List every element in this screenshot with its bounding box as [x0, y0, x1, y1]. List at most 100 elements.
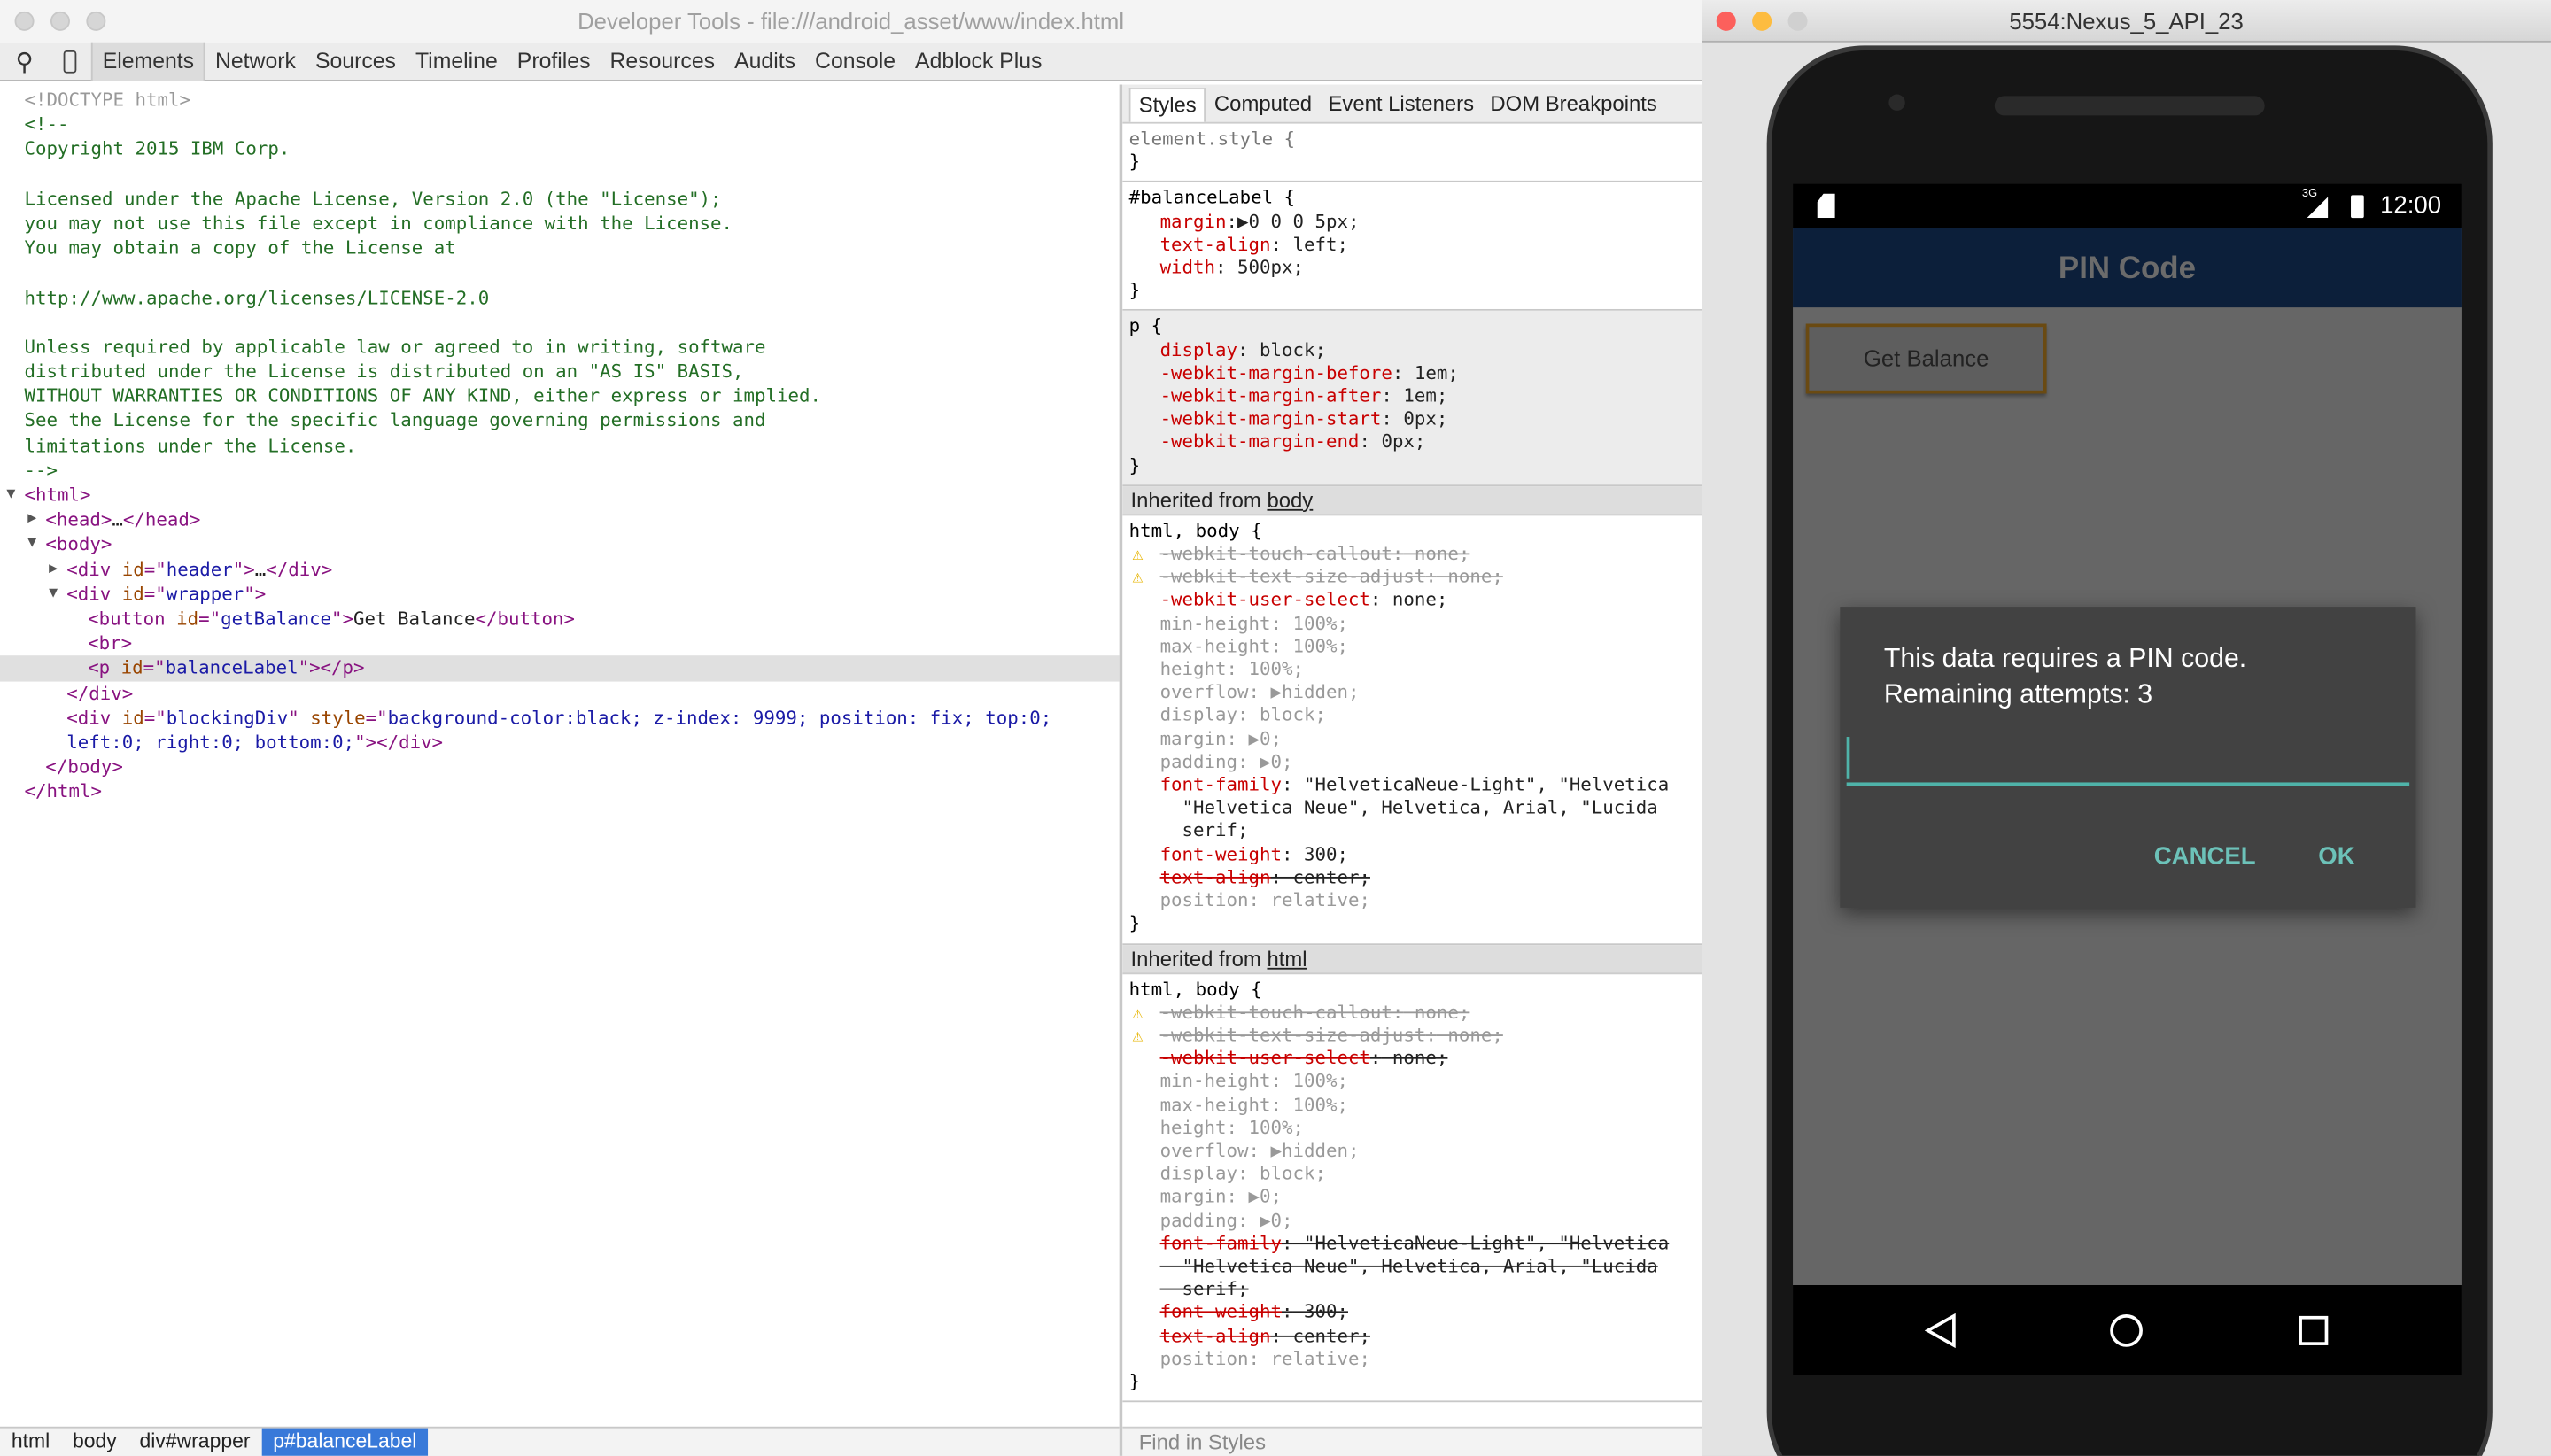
property-name[interactable]: display	[1160, 705, 1237, 726]
tab-network[interactable]: Network	[205, 42, 306, 81]
property-name[interactable]: -webkit-margin-start	[1160, 408, 1382, 430]
tab-audits[interactable]: Audits	[725, 42, 805, 81]
style-property[interactable]: ⚠ -webkit-touch-callout: none;	[1129, 544, 1702, 567]
property-value[interactable]: ▶0;	[1249, 751, 1293, 772]
dom-node-line[interactable]	[0, 310, 1120, 335]
overview-icon[interactable]	[2297, 1314, 2330, 1347]
property-name[interactable]: display	[1160, 1163, 1237, 1184]
tab-adblock-plus[interactable]: Adblock Plus	[905, 42, 1051, 81]
property-value[interactable]: none;	[1403, 544, 1469, 565]
style-property[interactable]: margin: ▶0;	[1129, 1187, 1702, 1210]
property-value[interactable]: 1em;	[1403, 362, 1459, 383]
dom-node-line[interactable]: You may obtain a copy of the License at	[0, 236, 1120, 261]
style-property[interactable]: display: block;	[1129, 339, 1702, 362]
dom-node-line[interactable]: </html>	[0, 779, 1120, 804]
style-property[interactable]: ⚠ -webkit-text-size-adjust: none;	[1129, 567, 1702, 590]
breadcrumb-item[interactable]: html	[0, 1429, 61, 1456]
property-value[interactable]: block;	[1249, 1163, 1326, 1184]
dom-node-line[interactable]: </body>	[0, 755, 1120, 779]
get-balance-button[interactable]: Get Balance	[1805, 323, 2047, 394]
close-button[interactable]	[14, 11, 35, 31]
style-property[interactable]: max-height: 100%;	[1129, 1094, 1702, 1117]
property-value[interactable]: ▶0;	[1237, 1187, 1283, 1208]
expanded-triangle-icon[interactable]: ▼	[49, 582, 58, 607]
property-name[interactable]: font-family	[1160, 1233, 1282, 1254]
style-property[interactable]: -webkit-margin-start: 0px;	[1129, 408, 1702, 431]
style-property[interactable]: position: relative;	[1129, 1348, 1702, 1371]
back-icon[interactable]	[1924, 1313, 1958, 1349]
property-value[interactable]: ▶0 0 0 5px;	[1237, 211, 1359, 232]
dom-node-line[interactable]: ▼ <div id="wrapper">	[0, 582, 1120, 607]
dom-node-line[interactable]: left:0; right:0; bottom:0;"></div>	[0, 730, 1120, 755]
style-property[interactable]: max-height: 100%;	[1129, 636, 1702, 659]
style-property[interactable]: -webkit-margin-before: 1em;	[1129, 362, 1702, 385]
dom-node-line[interactable]: </div>	[0, 681, 1120, 706]
cancel-button[interactable]: CANCEL	[2154, 842, 2256, 870]
property-name[interactable]: -webkit-text-size-adjust	[1160, 567, 1426, 588]
property-value[interactable]: none;	[1437, 567, 1502, 588]
style-property[interactable]: -webkit-user-select: none;	[1129, 1048, 1702, 1071]
style-property[interactable]: font-family: "HelveticaNeue-Light", "Hel…	[1129, 774, 1702, 797]
property-name[interactable]: font-weight	[1160, 844, 1282, 865]
pin-input[interactable]	[1846, 731, 2410, 786]
property-value[interactable]: ▶0;	[1237, 728, 1283, 749]
style-property[interactable]: ⚠ -webkit-text-size-adjust: none;	[1129, 1025, 1702, 1048]
property-name[interactable]: margin	[1160, 728, 1227, 749]
tab-resources[interactable]: Resources	[600, 42, 725, 81]
breadcrumb-item[interactable]: p#balanceLabel	[261, 1428, 429, 1456]
zoom-button[interactable]	[86, 11, 106, 31]
property-name[interactable]: padding	[1160, 751, 1237, 772]
breadcrumb-item[interactable]: div#wrapper	[128, 1429, 262, 1456]
inherited-link[interactable]: html	[1267, 946, 1307, 971]
dom-node-line[interactable]: <!DOCTYPE html>	[0, 88, 1120, 112]
style-property[interactable]: -webkit-margin-end: 0px;	[1129, 432, 1702, 455]
property-value[interactable]: 300;	[1293, 844, 1348, 865]
property-value[interactable]: 100%;	[1282, 1071, 1347, 1092]
close-button[interactable]	[1716, 11, 1736, 31]
dom-node-line[interactable]	[0, 162, 1120, 187]
dom-node-line[interactable]: <!--	[0, 112, 1120, 137]
property-value[interactable]: "Helvetica Neue", Helvetica, Arial, "Luc…	[1160, 797, 1658, 818]
style-property[interactable]: margin: ▶0;	[1129, 728, 1702, 751]
property-name[interactable]: padding	[1160, 1210, 1237, 1231]
style-property[interactable]: height: 100%;	[1129, 659, 1702, 682]
style-property[interactable]: font-weight: 300;	[1129, 844, 1702, 867]
minimize-button[interactable]	[50, 11, 70, 31]
property-value[interactable]: 100%;	[1282, 613, 1347, 634]
style-property[interactable]: "Helvetica Neue", Helvetica, Arial, "Luc…	[1129, 1256, 1702, 1279]
property-name[interactable]: min-height	[1160, 1071, 1271, 1092]
styles-tab-styles[interactable]: Styles	[1128, 88, 1206, 122]
property-value[interactable]: relative;	[1260, 1348, 1370, 1369]
dom-node-line[interactable]: Copyright 2015 IBM Corp.	[0, 137, 1120, 162]
dom-node-line[interactable]: <p id="balanceLabel"></p>	[0, 655, 1120, 681]
tab-timeline[interactable]: Timeline	[406, 42, 508, 81]
property-name[interactable]: font-family	[1160, 774, 1282, 795]
style-property[interactable]: serif;	[1129, 821, 1702, 844]
property-value[interactable]: 100%;	[1282, 1094, 1347, 1115]
dom-node-line[interactable]: WITHOUT WARRANTIES OR CONDITIONS OF ANY …	[0, 384, 1120, 409]
dom-node-line[interactable]: See the License for the specific languag…	[0, 409, 1120, 434]
property-name[interactable]: width	[1160, 257, 1215, 278]
home-icon[interactable]	[2108, 1313, 2144, 1348]
style-property[interactable]: overflow: ▶hidden;	[1129, 1140, 1702, 1163]
dom-node-line[interactable]: http://www.apache.org/licenses/LICENSE-2…	[0, 285, 1120, 310]
tab-console[interactable]: Console	[805, 42, 905, 81]
styles-tab-computed[interactable]: Computed	[1206, 88, 1321, 122]
property-value[interactable]: 100%;	[1282, 636, 1347, 657]
style-property[interactable]: height: 100%;	[1129, 1117, 1702, 1140]
property-name[interactable]: margin	[1160, 211, 1227, 232]
property-value[interactable]: ▶hidden;	[1260, 1140, 1360, 1161]
property-value[interactable]: 100%;	[1237, 659, 1304, 680]
property-name[interactable]: -webkit-touch-callout	[1160, 544, 1392, 565]
style-property[interactable]: display: block;	[1129, 1163, 1702, 1186]
find-in-styles-input[interactable]: Find in Styles	[1122, 1426, 1702, 1456]
dom-node-line[interactable]: you may not use this file except in comp…	[0, 212, 1120, 236]
property-value[interactable]: 100%;	[1237, 1117, 1304, 1138]
device-mode-icon[interactable]	[49, 49, 91, 74]
dom-node-line[interactable]: distributed under the License is distrib…	[0, 360, 1120, 384]
style-property[interactable]: font-family: "HelveticaNeue-Light", "Hel…	[1129, 1233, 1702, 1256]
property-value[interactable]: serif;	[1160, 1279, 1249, 1300]
property-value[interactable]: relative;	[1260, 890, 1370, 911]
style-property[interactable]: "Helvetica Neue", Helvetica, Arial, "Luc…	[1129, 797, 1702, 820]
property-value[interactable]: center;	[1282, 1325, 1369, 1346]
